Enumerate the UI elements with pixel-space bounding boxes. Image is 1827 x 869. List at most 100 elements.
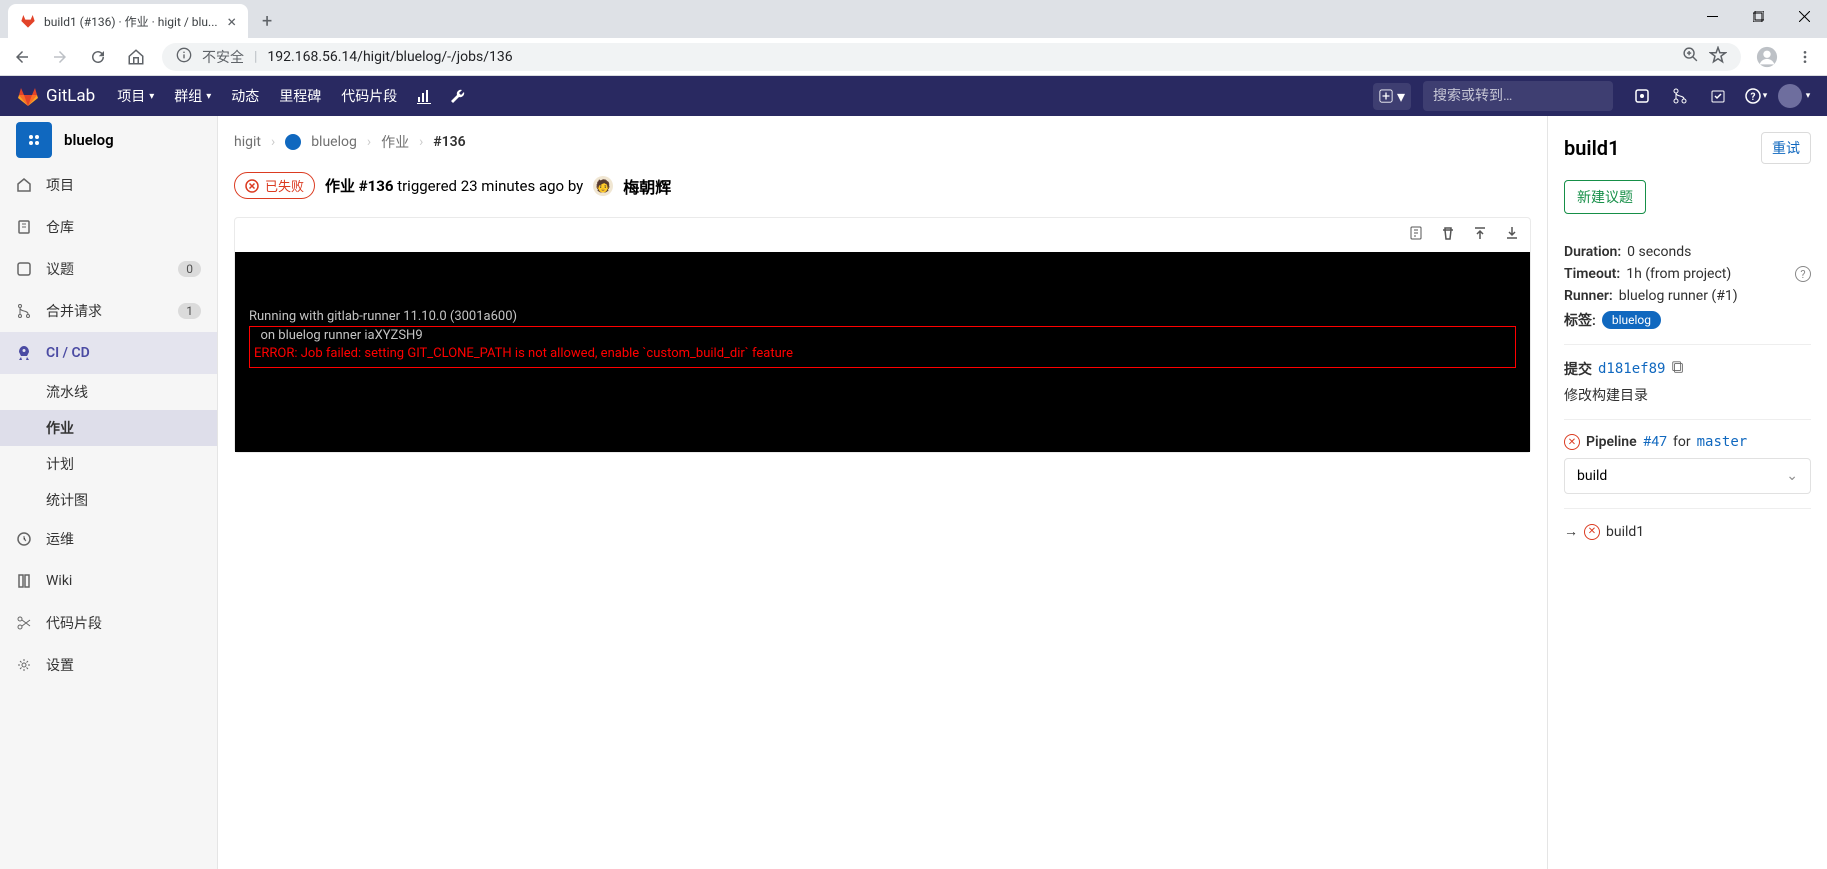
sidebar-sub-schedules[interactable]: 计划 (0, 446, 217, 482)
gear-icon (16, 657, 32, 673)
merge-badge: 1 (178, 303, 201, 319)
info-icon[interactable] (176, 47, 192, 67)
sidebar-item-project[interactable]: 项目 (0, 164, 217, 206)
job-header: 已失败 作业 #136 triggered 23 minutes ago by … (234, 172, 1531, 199)
help-icon[interactable]: ? (1795, 266, 1811, 282)
nav-forward[interactable] (48, 48, 72, 66)
sidebar-item-merge[interactable]: 合并请求1 (0, 290, 217, 332)
sidebar-item-snippets[interactable]: 代码片段 (0, 602, 217, 644)
chevron-down-icon: ▾ (1763, 91, 1768, 101)
chevron-down-icon: ▾ (1806, 91, 1811, 101)
window-minimize[interactable] (1689, 0, 1735, 32)
log-error-line: ERROR: Job failed: setting GIT_CLONE_PAT… (254, 346, 793, 361)
address-bar-row: 不安全 | 192.168.56.14/higit/bluelog/-/jobs… (0, 38, 1827, 76)
scroll-bottom-icon[interactable] (1504, 225, 1520, 245)
log-toolbar (235, 218, 1530, 252)
nav-search[interactable] (1423, 81, 1613, 111)
nav-home[interactable] (124, 48, 148, 66)
project-avatar (16, 122, 52, 158)
stage-select[interactable]: build ⌄ (1564, 458, 1811, 494)
nav-activity[interactable]: 动态 (221, 76, 269, 116)
project-header[interactable]: bluelog (0, 116, 217, 164)
breadcrumb-current: #136 (433, 134, 465, 150)
fail-icon (245, 179, 259, 193)
profile-icon[interactable] (1755, 46, 1779, 68)
nav-groups[interactable]: 群组 ▾ (164, 76, 221, 116)
gitlab-logo[interactable]: GitLab (16, 84, 95, 108)
sidebar-item-ops[interactable]: 运维 (0, 518, 217, 560)
browser-tab[interactable]: build1 (#136) · 作业 · higit / blu... × (8, 4, 248, 38)
window-close[interactable] (1781, 0, 1827, 32)
sidebar-item-settings[interactable]: 设置 (0, 644, 217, 686)
zoom-icon[interactable] (1682, 46, 1699, 67)
right-sidebar: build1 重试 新建议题 Duration: 0 seconds Timeo… (1547, 116, 1827, 869)
nav-chart-icon[interactable] (407, 76, 441, 116)
scroll-top-icon[interactable] (1472, 225, 1488, 245)
job-fail-icon: ✕ (1584, 524, 1600, 540)
bookmark-star-icon[interactable] (1709, 46, 1727, 68)
new-tab-button[interactable]: + (248, 4, 286, 38)
search-input[interactable] (1433, 88, 1611, 104)
tab-close-icon[interactable]: × (227, 12, 236, 31)
job-row[interactable]: → ✕ build1 (1564, 523, 1811, 540)
author-name[interactable]: 梅朝辉 (623, 174, 671, 198)
log-body[interactable]: Running with gitlab-runner 11.10.0 (3001… (235, 252, 1530, 452)
book-icon (16, 573, 32, 589)
url-text: 192.168.56.14/higit/bluelog/-/jobs/136 (267, 49, 1672, 65)
repo-icon (16, 219, 32, 235)
job-name-title: build1 (1564, 136, 1620, 160)
commit-link[interactable]: d181ef89 (1598, 361, 1665, 377)
breadcrumb: higit › bluelog › 作业 › #136 (234, 132, 1531, 152)
erase-log-icon[interactable] (1440, 225, 1456, 245)
menu-icon[interactable] (1793, 49, 1817, 65)
sidebar-sub-jobs[interactable]: 作业 (0, 410, 217, 446)
nav-back[interactable] (10, 48, 34, 66)
log-line: on bluelog runner iaXYZSH9 (254, 328, 423, 343)
nav-help-icon[interactable]: ?▾ (1739, 76, 1773, 116)
sidebar-item-wiki[interactable]: Wiki (0, 560, 217, 602)
svg-text:?: ? (1750, 92, 1755, 103)
nav-todos-icon[interactable] (1701, 76, 1735, 116)
window-maximize[interactable] (1735, 0, 1781, 32)
retry-button[interactable]: 重试 (1761, 132, 1811, 164)
nav-projects[interactable]: 项目 ▾ (107, 76, 164, 116)
gitlab-brand: GitLab (46, 86, 95, 106)
ops-icon (16, 531, 32, 547)
nav-create-button[interactable]: ▾ (1373, 83, 1411, 110)
pipeline-fail-icon: ✕ (1564, 434, 1580, 450)
new-issue-button[interactable]: 新建议题 (1564, 180, 1646, 214)
nav-milestones[interactable]: 里程碑 (269, 76, 331, 116)
nav-user-menu[interactable]: ▾ (1777, 76, 1811, 116)
gitlab-favicon (20, 13, 36, 29)
nav-wrench-icon[interactable] (441, 76, 475, 116)
pipeline-link[interactable]: #47 (1643, 434, 1667, 450)
sidebar-item-issues[interactable]: 议题0 (0, 248, 217, 290)
nav-merge-icon[interactable] (1663, 76, 1697, 116)
url-bar[interactable]: 不安全 | 192.168.56.14/higit/bluelog/-/jobs… (162, 43, 1741, 71)
main-content: higit › bluelog › 作业 › #136 已失败 作业 #136 … (218, 116, 1547, 869)
browser-chrome: build1 (#136) · 作业 · higit / blu... × + … (0, 0, 1827, 76)
nav-reload[interactable] (86, 48, 110, 66)
tab-bar: build1 (#136) · 作业 · higit / blu... × + (0, 0, 1827, 38)
breadcrumb-project[interactable]: bluelog (311, 134, 357, 150)
chevron-down-icon: ▾ (206, 91, 211, 102)
nav-issues-icon[interactable] (1625, 76, 1659, 116)
branch-link[interactable]: master (1697, 434, 1748, 450)
nav-snippets[interactable]: 代码片段 (331, 76, 407, 116)
breadcrumb-jobs[interactable]: 作业 (381, 132, 409, 152)
scissors-icon (16, 615, 32, 631)
copy-icon[interactable] (1671, 360, 1685, 378)
sidebar-sub-charts[interactable]: 统计图 (0, 482, 217, 518)
sidebar-item-repo[interactable]: 仓库 (0, 206, 217, 248)
status-badge-failed: 已失败 (234, 172, 315, 199)
sidebar-item-cicd[interactable]: CI / CD (0, 332, 217, 374)
tag-chip: bluelog (1602, 311, 1661, 329)
issues-badge: 0 (178, 261, 201, 277)
sidebar-sub-pipelines[interactable]: 流水线 (0, 374, 217, 410)
left-sidebar: bluelog 项目 仓库 议题0 合并请求1 CI / CD 流水线 作业 计… (0, 116, 218, 869)
breadcrumb-group[interactable]: higit (234, 134, 261, 150)
job-title: 作业 #136 triggered 23 minutes ago by (325, 175, 583, 196)
log-line: Running with gitlab-runner 11.10.0 (3001… (249, 309, 517, 324)
download-log-icon[interactable] (1408, 225, 1424, 245)
project-icon (285, 134, 301, 150)
